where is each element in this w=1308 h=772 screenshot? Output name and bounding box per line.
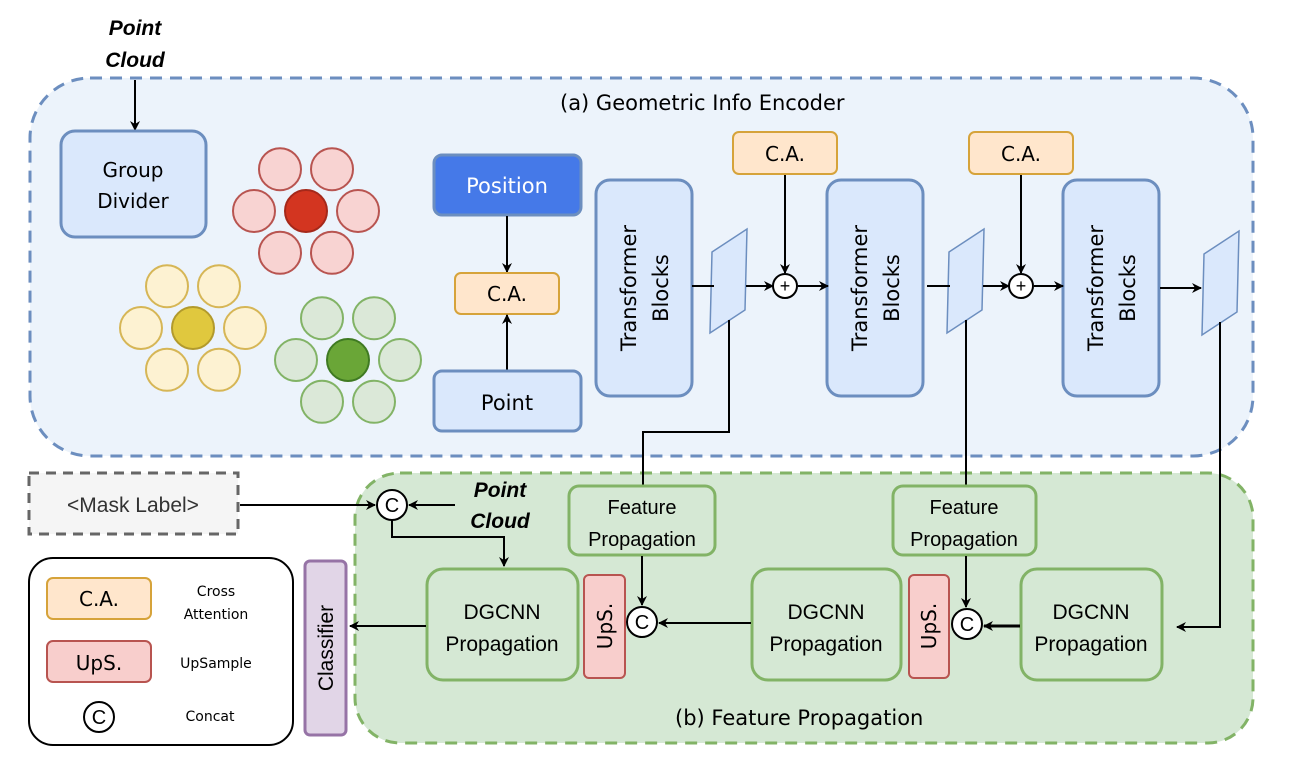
svg-text:C.A.: C.A. xyxy=(1001,142,1041,166)
svg-text:UpS.: UpS. xyxy=(917,603,941,649)
neighbor-point xyxy=(145,264,189,309)
neighbor-point xyxy=(352,296,396,341)
legend: C.A. Cross Attention UpS. UpSample C Con… xyxy=(28,557,294,746)
svg-text:DGCNN: DGCNN xyxy=(1053,601,1130,624)
transformer-label: Transformer xyxy=(1084,225,1108,352)
svg-text:Propagation: Propagation xyxy=(1034,633,1147,656)
svg-text:UpS.: UpS. xyxy=(76,651,122,675)
ca-block-1[interactable]: C.A. xyxy=(732,131,838,175)
neighbor-point xyxy=(197,264,241,309)
svg-text:DGCNN: DGCNN xyxy=(464,601,541,624)
neighbor-point xyxy=(197,347,241,392)
svg-text:UpSample: UpSample xyxy=(180,656,252,672)
feature-propagation-block-1[interactable]: Feature Propagation xyxy=(567,484,717,557)
center-point xyxy=(171,306,215,350)
svg-text:Concat: Concat xyxy=(186,709,235,725)
transformer-label: Transformer xyxy=(848,225,872,352)
upsample-block-1[interactable]: UpS. xyxy=(583,574,626,679)
neighbor-point xyxy=(336,189,380,233)
neighbor-point xyxy=(274,338,318,382)
neighbor-point xyxy=(378,338,422,382)
svg-text:Propagation: Propagation xyxy=(910,529,1018,551)
svg-text:Attention: Attention xyxy=(184,607,249,623)
transformer-label: Transformer xyxy=(617,225,641,352)
transformer-label: Blocks xyxy=(1116,254,1140,322)
svg-text:Feature: Feature xyxy=(608,497,677,519)
center-point xyxy=(326,338,370,382)
add-operator-1: + xyxy=(772,273,798,299)
svg-text:Classifier: Classifier xyxy=(315,605,338,691)
svg-text:C.A.: C.A. xyxy=(79,587,119,611)
svg-text:Feature: Feature xyxy=(930,497,999,519)
group-divider-block[interactable]: Group Divider xyxy=(59,129,208,239)
svg-text:C.A.: C.A. xyxy=(487,282,527,306)
svg-text:Cross: Cross xyxy=(197,584,235,600)
transformer-block-1[interactable]: Transformer Blocks xyxy=(594,178,694,398)
dgcnn-block-1[interactable]: DGCNN Propagation xyxy=(425,567,580,682)
svg-text:C.A.: C.A. xyxy=(765,142,805,166)
svg-text:+: + xyxy=(1016,276,1027,296)
point-cloud-input-label: Point Cloud xyxy=(105,17,166,72)
upsample-block-2[interactable]: UpS. xyxy=(908,574,950,679)
svg-text:DGCNN: DGCNN xyxy=(788,601,865,624)
svg-text:Propagation: Propagation xyxy=(769,633,882,656)
neighbor-point xyxy=(119,306,163,350)
center-point xyxy=(284,189,328,233)
svg-text:Divider: Divider xyxy=(97,189,169,213)
classifier-block[interactable]: Classifier xyxy=(303,559,348,737)
concat-operator-2: C xyxy=(951,608,983,640)
transformer-block-2[interactable]: Transformer Blocks xyxy=(825,178,925,398)
svg-text:UpS.: UpS. xyxy=(593,603,617,649)
svg-text:Propagation: Propagation xyxy=(588,529,696,551)
neighbor-point xyxy=(223,306,267,350)
mask-label-input[interactable]: <Mask Label> xyxy=(27,471,240,536)
neighbor-point xyxy=(258,147,302,192)
propagation-title: (b) Feature Propagation xyxy=(675,706,923,730)
svg-text:C: C xyxy=(960,614,974,636)
ca-block-2[interactable]: C.A. xyxy=(968,131,1074,175)
dgcnn-block-3[interactable]: DGCNN Propagation xyxy=(1019,567,1164,682)
svg-text:Point: Point xyxy=(481,391,533,415)
svg-text:C: C xyxy=(635,612,649,634)
encoder-title: (a) Geometric Info Encoder xyxy=(560,91,845,115)
architecture-diagram: (a) Geometric Info Encoder (b) Feature P… xyxy=(27,17,1255,746)
neighbor-point xyxy=(300,379,344,424)
concat-operator-input: C xyxy=(376,489,408,521)
neighbor-point xyxy=(310,147,354,192)
neighbor-point xyxy=(300,296,344,341)
svg-text:+: + xyxy=(780,276,791,296)
svg-text:C: C xyxy=(92,707,106,729)
point-block[interactable]: Point xyxy=(432,369,583,433)
neighbor-point xyxy=(232,189,276,233)
ca-block-position[interactable]: C.A. xyxy=(454,272,560,315)
svg-text:Propagation: Propagation xyxy=(445,633,558,656)
transformer-label: Blocks xyxy=(649,254,673,322)
svg-text:Group: Group xyxy=(103,158,164,182)
dgcnn-block-2[interactable]: DGCNN Propagation xyxy=(750,567,903,682)
neighbor-point xyxy=(145,347,189,392)
feature-propagation-block-2[interactable]: Feature Propagation xyxy=(891,484,1038,557)
svg-text:C: C xyxy=(385,495,399,517)
position-block[interactable]: Position xyxy=(432,153,583,217)
concat-operator-1: C xyxy=(626,606,658,638)
transformer-label: Blocks xyxy=(880,254,904,322)
transformer-block-3[interactable]: Transformer Blocks xyxy=(1061,178,1161,398)
neighbor-point xyxy=(352,379,396,424)
add-operator-2: + xyxy=(1008,273,1034,299)
svg-text:Position: Position xyxy=(466,174,548,198)
neighbor-point xyxy=(258,230,302,275)
svg-text:<Mask Label>: <Mask Label> xyxy=(67,494,199,517)
neighbor-point xyxy=(310,230,354,275)
